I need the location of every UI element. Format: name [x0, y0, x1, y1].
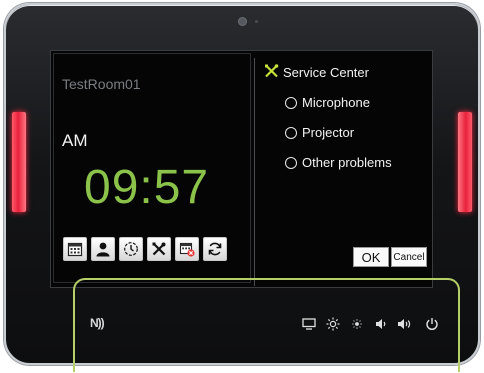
cancel-button[interactable]: Cancel	[391, 247, 427, 267]
tools-icon[interactable]	[147, 237, 171, 261]
option-label: Other problems	[302, 155, 392, 170]
volume-down-icon[interactable]	[373, 317, 389, 331]
radio-button[interactable]	[285, 126, 297, 139]
option-other-problems[interactable]: Other problems	[285, 155, 392, 170]
room-name: TestRoom01	[62, 76, 141, 92]
led-bar-right	[458, 112, 472, 212]
refresh-icon[interactable]	[203, 237, 227, 261]
sensor-dot	[255, 20, 258, 23]
ok-button[interactable]: OK	[353, 247, 389, 267]
tools-icon	[264, 64, 280, 81]
brightness-down-icon[interactable]	[349, 317, 365, 331]
power-icon[interactable]	[424, 317, 440, 331]
user-icon[interactable]	[91, 237, 115, 261]
camera-icon	[239, 18, 246, 25]
option-projector[interactable]: Projector	[285, 125, 354, 140]
led-bar-left	[12, 112, 26, 212]
clock-timer-icon[interactable]	[119, 237, 143, 261]
display-icon[interactable]	[301, 317, 317, 331]
option-microphone[interactable]: Microphone	[285, 95, 370, 110]
calendar-cancel-icon[interactable]	[175, 237, 199, 261]
calendar-icon[interactable]	[63, 237, 87, 261]
service-center-title: Service Center	[283, 65, 369, 80]
volume-up-icon[interactable]	[397, 317, 413, 331]
radio-button[interactable]	[285, 96, 297, 109]
ampm-label: AM	[62, 131, 88, 150]
brightness-up-icon[interactable]	[325, 317, 341, 331]
action-toolbar	[63, 237, 227, 261]
option-label: Microphone	[302, 95, 370, 110]
service-center-header: Service Center	[264, 64, 369, 81]
option-label: Projector	[302, 125, 355, 140]
nfc-icon: N))	[90, 316, 105, 330]
panel-divider	[254, 58, 255, 286]
radio-button[interactable]	[285, 156, 297, 169]
clock-time: 09:57	[84, 161, 210, 214]
